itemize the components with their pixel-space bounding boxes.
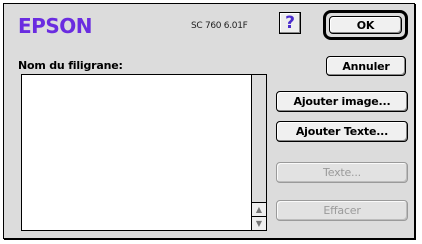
ok-button-default-ring: OK	[323, 10, 408, 40]
ok-button[interactable]: OK	[329, 16, 402, 34]
scroll-down-arrow-icon[interactable]: ▼	[252, 216, 266, 230]
add-image-button[interactable]: Ajouter image...	[276, 91, 408, 112]
watermark-name-label: Nom du filigrane:	[18, 59, 123, 72]
list-scrollbar[interactable]: ▲ ▼	[251, 75, 266, 230]
epson-logo: EPSON	[18, 14, 92, 38]
help-question-icon: ?	[285, 12, 295, 33]
add-text-button[interactable]: Ajouter Texte...	[276, 121, 408, 142]
watermark-dialog: EPSON SC 760 6.01F ? OK Annuler Nom du f…	[3, 3, 415, 239]
edit-text-button[interactable]: Texte...	[276, 162, 408, 183]
scroll-up-arrow-icon[interactable]: ▲	[252, 202, 266, 216]
cancel-button[interactable]: Annuler	[326, 56, 406, 76]
driver-version: SC 760 6.01F	[191, 21, 248, 31]
watermark-list[interactable]: ▲ ▼	[21, 74, 267, 231]
help-button[interactable]: ?	[279, 12, 301, 34]
delete-button[interactable]: Effacer	[276, 200, 408, 221]
